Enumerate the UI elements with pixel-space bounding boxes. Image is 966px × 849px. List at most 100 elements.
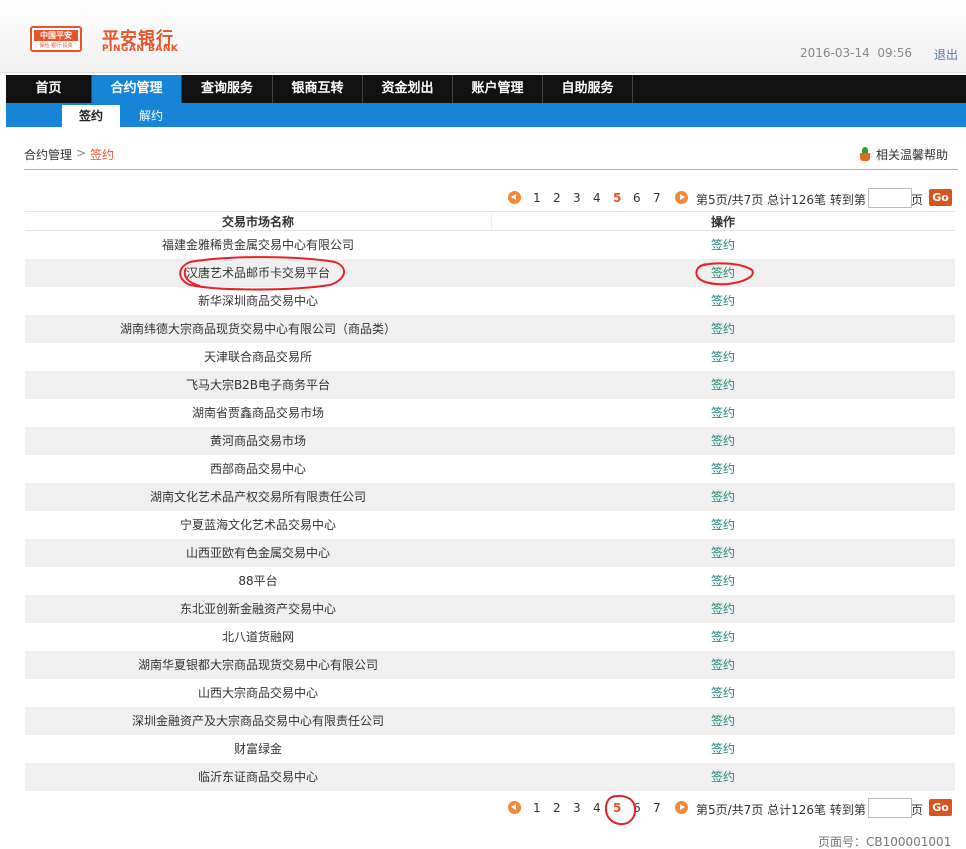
table-row: 湖南省贾鑫商品交易市场 签约 [25,399,955,427]
market-name: 湖南华夏银都大宗商品现货交易中心有限公司 [137,658,378,672]
go-button[interactable]: Go [929,189,952,206]
page-link-2[interactable]: 2 [553,191,561,205]
datetime: 2016-03-14 09:56 [800,46,912,60]
sign-link[interactable]: 签约 [491,343,955,371]
page-link-3[interactable]: 3 [573,191,581,205]
prev-page-icon[interactable] [508,801,521,814]
page-link-4[interactable]: 4 [593,191,601,205]
header-operation: 操作 [710,215,735,229]
table-row: 临沂东证商品交易中心 签约 [25,763,955,791]
sign-link[interactable]: 签约 [491,707,955,735]
page-suffix: 页 [911,193,924,207]
table-row: 深圳金融资产及大宗商品交易中心有限责任公司 签约 [25,707,955,735]
page-code: 页面号：CB100001001 [818,835,952,849]
next-page-icon[interactable] [675,801,688,814]
market-name: 深圳金融资产及大宗商品交易中心有限责任公司 [131,714,384,728]
page-link-3[interactable]: 3 [573,801,581,815]
goto-page-input[interactable] [868,188,912,208]
market-name: 新华深圳商品交易中心 [197,294,318,308]
table-row: 宁夏蓝海文化艺术品交易中心 签约 [25,511,955,539]
sign-link[interactable]: 签约 [491,287,955,315]
table-row: 山西大宗商品交易中心 签约 [25,679,955,707]
table-row: 财富绿金 签约 [25,735,955,763]
sign-link[interactable]: 签约 [491,371,955,399]
sign-link[interactable]: 签约 [491,427,955,455]
sign-link[interactable]: 签约 [491,623,955,651]
market-name: 财富绿金 [233,742,282,756]
date-text: 2016-03-14 [800,46,870,60]
market-name: 山西亚欧有色金属交易中心 [185,546,330,560]
sign-link[interactable]: 签约 [491,735,955,763]
sign-link[interactable]: 签约 [491,483,955,511]
sign-link[interactable]: 签约 [491,259,955,287]
market-name: 临沂东证商品交易中心 [197,770,318,784]
nav-bank-securities-transfer[interactable]: 银商互转 [273,75,363,103]
pager-bottom: 1 2 3 4 5 6 7 第5页/共7页 总计126笔 转到第 页 Go [506,798,956,818]
page-link-6[interactable]: 6 [633,801,641,815]
sign-link[interactable]: 签约 [491,231,955,259]
subnav-cancel[interactable]: 解约 [126,105,176,127]
sign-link[interactable]: 签约 [491,679,955,707]
table-row: 飞马大宗B2B电子商务平台 签约 [25,371,955,399]
page-link-1[interactable]: 1 [533,801,541,815]
sign-link[interactable]: 签约 [491,763,955,791]
logo-text: 中国平安 [34,30,78,41]
pager-top: 1 2 3 4 5 6 7 第5页/共7页 总计126笔 转到第 页 Go [506,188,956,208]
logout-link[interactable]: 退出 [934,46,958,63]
sign-link[interactable]: 签约 [491,595,955,623]
sign-link[interactable]: 签约 [491,399,955,427]
page-suffix: 页 [911,803,924,817]
market-name: 湖南纬德大宗商品现货交易中心有限公司（商品类） [119,322,396,336]
subnav-sign[interactable]: 签约 [62,105,120,127]
page-link-5[interactable]: 5 [613,801,621,815]
nav-contract-management[interactable]: 合约管理 [92,75,182,103]
nav-account-management[interactable]: 账户管理 [453,75,543,103]
page-link-7[interactable]: 7 [653,191,661,205]
go-button[interactable]: Go [929,799,952,816]
goto-page-input[interactable] [868,798,912,818]
breadcrumb-separator: > [76,146,87,160]
market-name: 福建金雅稀贵金属交易中心有限公司 [161,238,354,252]
market-name: 湖南省贾鑫商品交易市场 [191,406,324,420]
market-name: 北八道货融网 [221,630,294,644]
breadcrumb-parent[interactable]: 合约管理 [24,146,72,163]
page-link-4[interactable]: 4 [593,801,601,815]
page-link-7[interactable]: 7 [653,801,661,815]
page-info: 第5页/共7页 总计126笔 转到第 [696,803,866,817]
sign-link[interactable]: 签约 [491,455,955,483]
nav-query-service[interactable]: 查询服务 [182,75,273,103]
table-row: 湖南纬德大宗商品现货交易中心有限公司（商品类） 签约 [25,315,955,343]
next-page-icon[interactable] [675,191,688,204]
time-text: 09:56 [877,46,912,60]
table-row: 新华深圳商品交易中心 签约 [25,287,955,315]
market-table: 交易市场名称 操作 福建金雅稀贵金属交易中心有限公司 签约 汉唐艺术品邮币卡交易平… [25,211,955,791]
market-name: 汉唐艺术品邮币卡交易平台 [185,266,330,280]
table-row: 北八道货融网 签约 [25,623,955,651]
prev-page-icon[interactable] [508,191,521,204]
market-name: 西部商品交易中心 [209,462,306,476]
page-link-5[interactable]: 5 [613,191,621,205]
page-link-2[interactable]: 2 [553,801,561,815]
table-row: 88平台 签约 [25,567,955,595]
nav-funds-transfer-out[interactable]: 资金划出 [363,75,453,103]
sign-link[interactable]: 签约 [491,567,955,595]
table-row: 东北亚创新金融资产交易中心 签约 [25,595,955,623]
sign-link[interactable]: 签约 [491,511,955,539]
help-link[interactable]: 相关温馨帮助 [858,146,948,163]
page-link-1[interactable]: 1 [533,191,541,205]
brand-name-en: PINGAN BANK [102,44,179,54]
sign-link[interactable]: 签约 [491,539,955,567]
table-row: 山西亚欧有色金属交易中心 签约 [25,539,955,567]
app-header: 中国平安 保险·银行·投资 平安银行 PINGAN BANK 2016-03-1… [0,0,966,73]
nav-home[interactable]: 首页 [6,75,92,103]
sign-link[interactable]: 签约 [491,651,955,679]
sign-link[interactable]: 签约 [491,315,955,343]
market-name: 飞马大宗B2B电子商务平台 [185,378,331,392]
nav-self-service[interactable]: 自助服务 [543,75,633,103]
table-row: 汉唐艺术品邮币卡交易平台 签约 [25,259,955,287]
page-info: 第5页/共7页 总计126笔 转到第 [696,193,866,207]
breadcrumb-current: 签约 [90,148,115,162]
market-name: 黄河商品交易市场 [209,434,306,448]
page-link-6[interactable]: 6 [633,191,641,205]
market-name: 宁夏蓝海文化艺术品交易中心 [179,518,336,532]
